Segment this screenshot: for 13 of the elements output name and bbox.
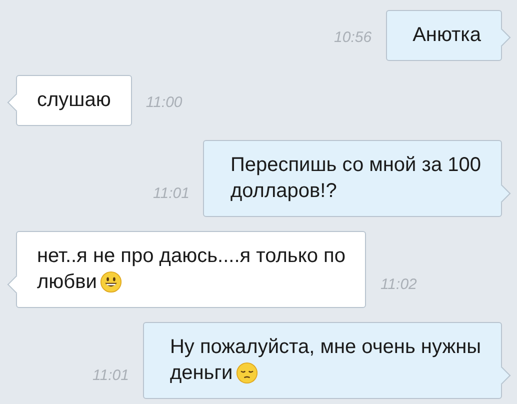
message-time: 11:01 <box>153 185 190 204</box>
message-time: 11:00 <box>146 94 182 113</box>
message-time: 10:56 <box>334 29 372 48</box>
message-text: Переспишь со мной за 100 <box>230 153 481 178</box>
message-text: Анютка <box>412 23 481 48</box>
message-text: долларов!? <box>230 179 337 204</box>
message-time: 11:01 <box>92 367 129 386</box>
message-text: Ну пожалуйста, мне очень нужны <box>170 335 481 360</box>
message-text: любви <box>37 270 97 295</box>
message-time: 11:02 <box>380 276 417 295</box>
message-text: деньги <box>170 361 233 386</box>
message-text: слушаю <box>37 88 111 113</box>
message-text: нет..я не про даюсь....я только по <box>37 244 346 269</box>
